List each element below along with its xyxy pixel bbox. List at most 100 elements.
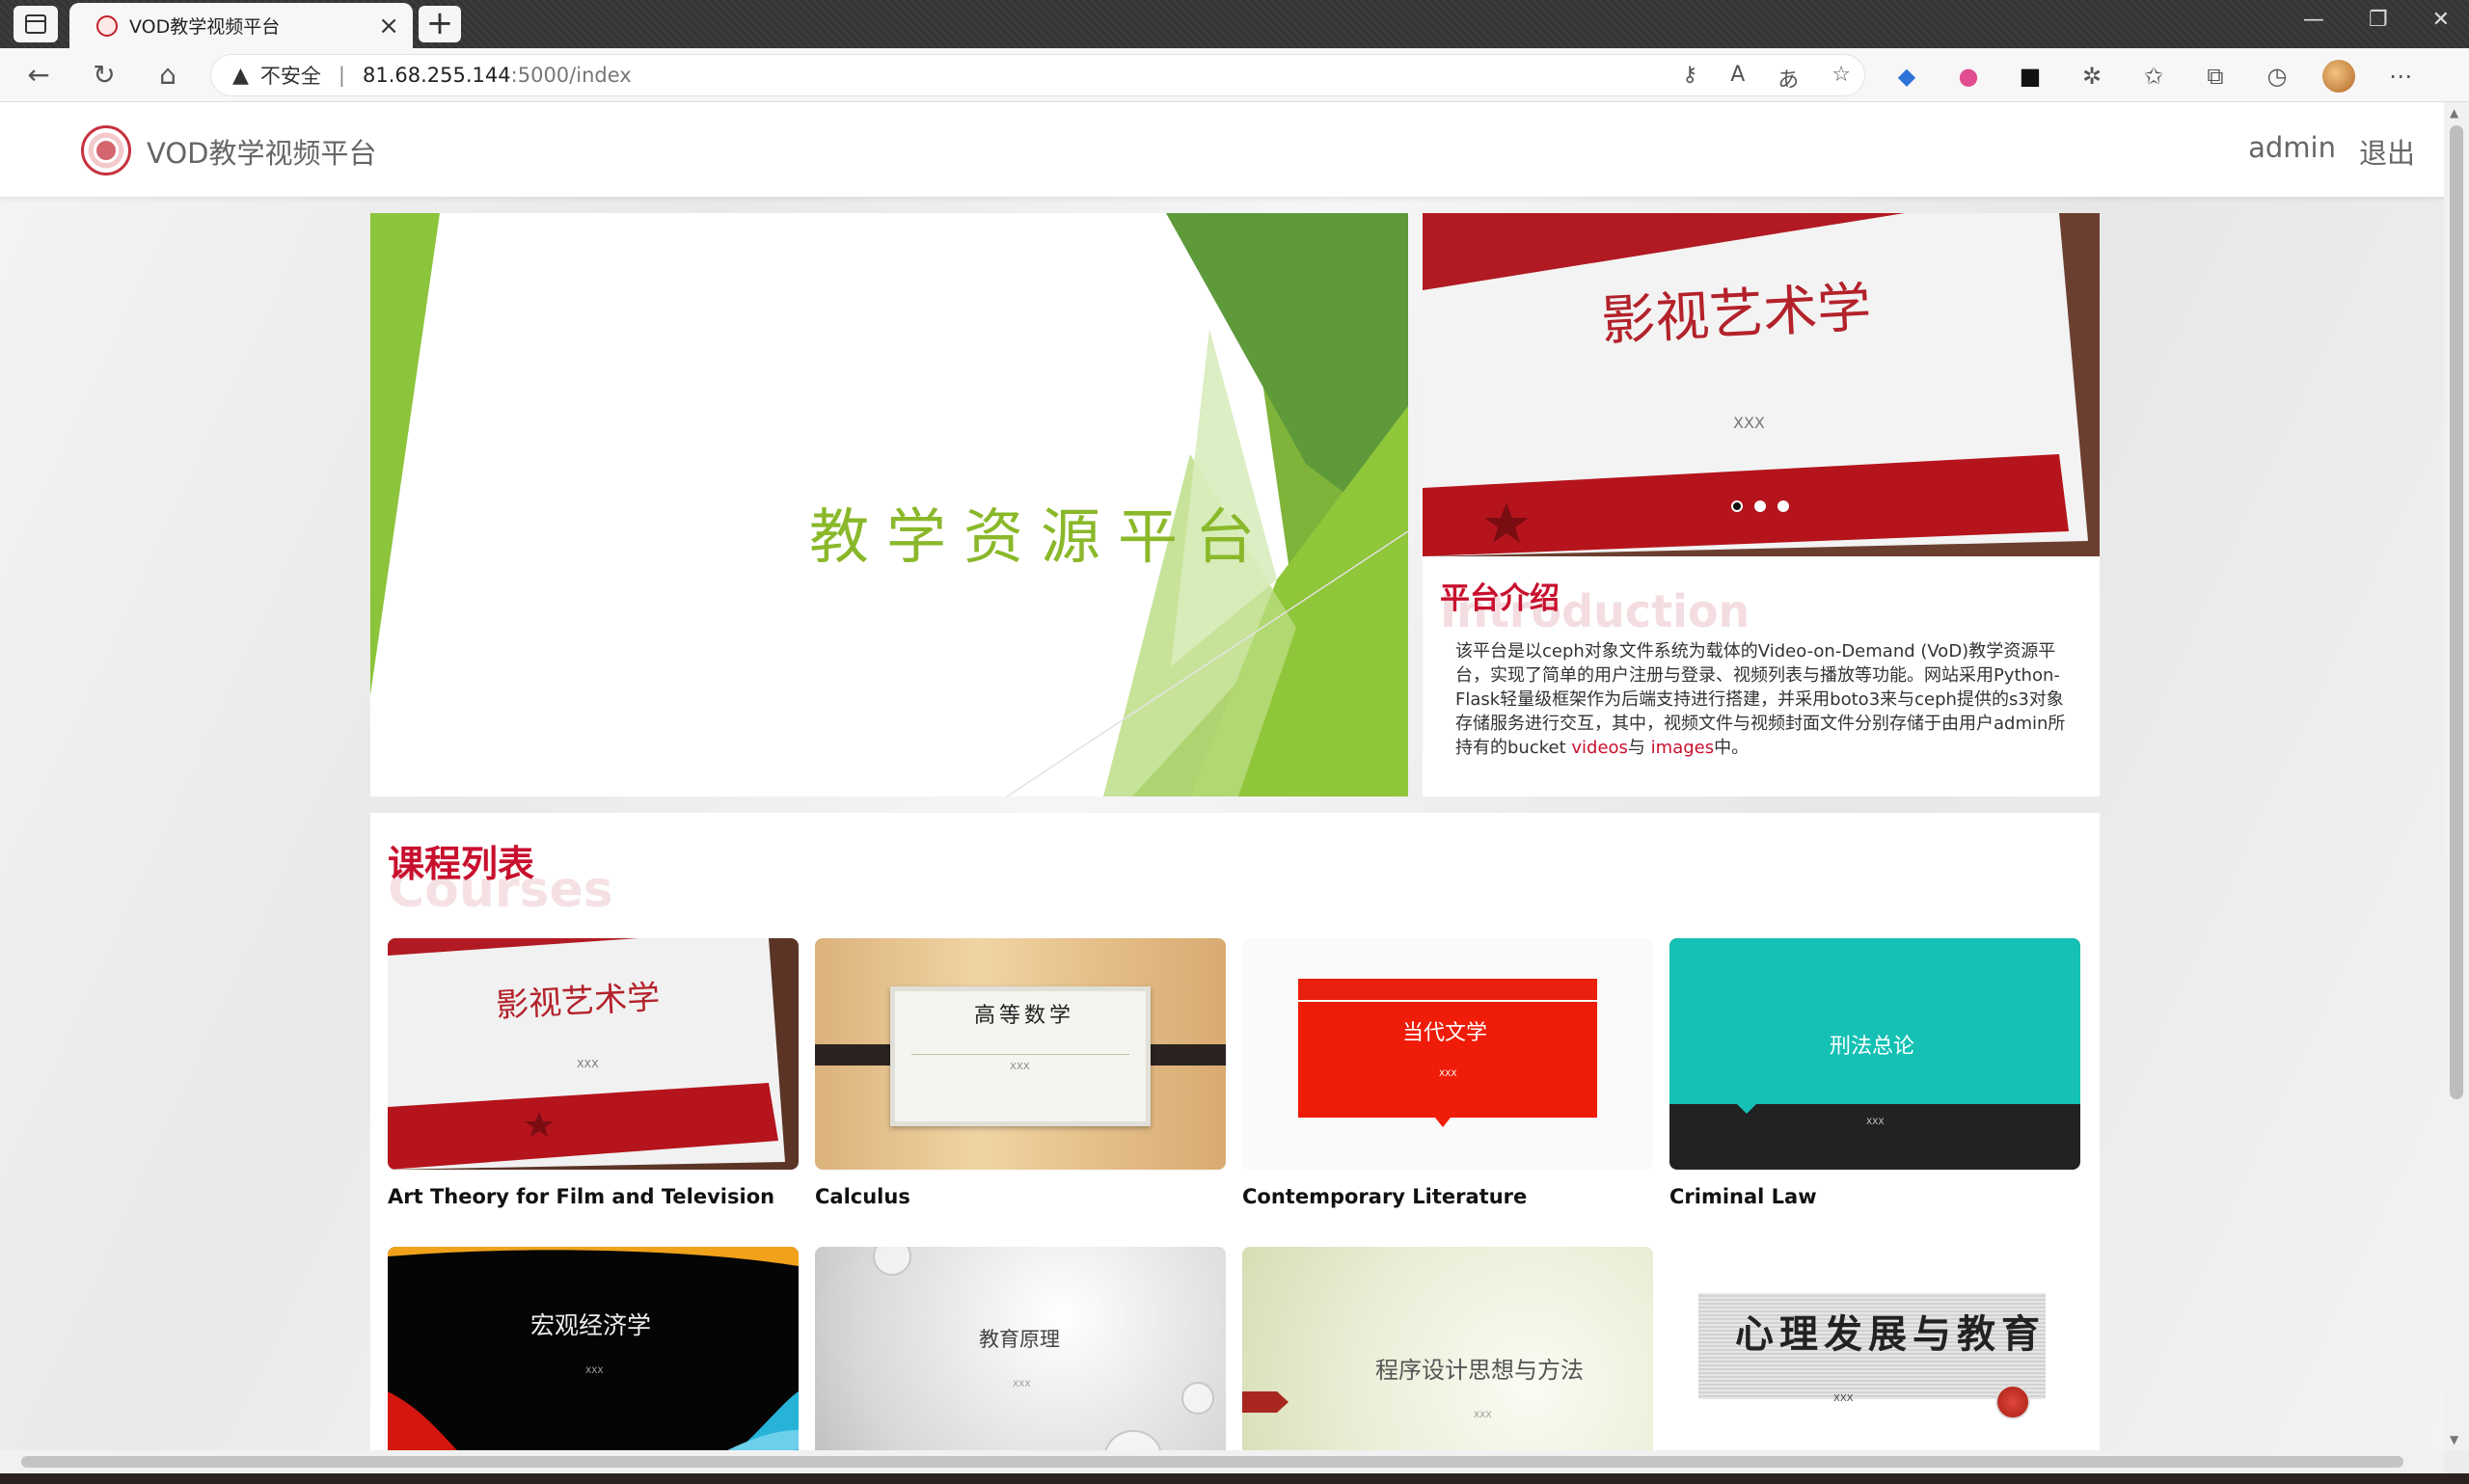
scroll-down-icon[interactable]: ▼ [2450, 1433, 2458, 1446]
course-card[interactable]: 教育原理 XXX [815, 1247, 1226, 1450]
back-icon[interactable]: ← [21, 58, 56, 93]
extension-glasses-icon[interactable]: ■ [2014, 60, 2047, 93]
cover-arrow [1242, 1391, 1289, 1413]
vertical-scrollbar[interactable]: ▲ ▼ [2444, 102, 2469, 1450]
web-page: VOD教学视频平台 admin 退出 教学资源平台 影视艺术学 XXX Intr… [0, 102, 2444, 1450]
url-actions: ⚷ A あ ☆ [1682, 63, 1851, 94]
videos-link[interactable]: videos [1571, 738, 1628, 758]
course-cover[interactable]: 影视艺术学 XXX [388, 938, 799, 1170]
tab-title: VOD教学视频平台 [129, 16, 281, 38]
key-icon[interactable]: ⚷ [1682, 63, 1697, 94]
url-path: :5000/index [510, 64, 632, 87]
minimize-icon[interactable]: — [2303, 8, 2324, 32]
close-window-icon[interactable]: ✕ [2432, 8, 2450, 32]
course-cover[interactable]: 刑法总论 XXX [1669, 938, 2080, 1170]
course-card[interactable]: 影视艺术学 XXX Art Theory for Film and Televi… [388, 938, 799, 1208]
intro-text-after: 中。 [1714, 738, 1750, 758]
course-card[interactable]: 程序设计思想与方法 XXX [1242, 1247, 1653, 1450]
extensions-bar: ◆ ● ■ ✲ ✩ ⧉ ◷ ⋯ [1890, 60, 2417, 93]
cover-pointer [1435, 1118, 1451, 1127]
course-card[interactable]: 宏观经济学 XXX [388, 1247, 799, 1450]
course-cover-title: 教育原理 [979, 1328, 1060, 1351]
seal-icon [1995, 1385, 2030, 1419]
address-bar-row: ← ↻ ⌂ ▲ 不安全 | 81.68.255.144:5000/index ⚷… [0, 48, 2469, 102]
collections-icon[interactable]: ⧉ [2199, 60, 2232, 93]
carousel-dot[interactable] [1731, 500, 1743, 512]
tab-actions-button[interactable] [14, 6, 58, 42]
courses-title: 课程列表 [388, 843, 535, 885]
tab-favicon-icon [96, 14, 118, 37]
course-cover[interactable]: 教育原理 XXX [815, 1247, 1226, 1450]
course-name[interactable]: Criminal Law [1669, 1185, 2080, 1208]
course-cover-title: 高等数学 [974, 1004, 1075, 1028]
course-cover-graphic [388, 938, 799, 1170]
banner-image: 教学资源平台 [370, 213, 1408, 796]
course-card[interactable]: 心理发展与教育 XXX [1669, 1247, 2080, 1450]
horizontal-scrollbar[interactable] [0, 1450, 2444, 1473]
university-logo-icon[interactable] [81, 125, 131, 175]
carousel-dot[interactable] [1777, 500, 1789, 512]
browser-tab[interactable]: VOD教学视频平台 × [69, 3, 413, 48]
cover-line [911, 1054, 1129, 1055]
course-name[interactable]: Calculus [815, 1185, 1226, 1208]
course-cover[interactable]: 当代文学 XXX [1242, 938, 1653, 1170]
course-cover[interactable]: 高等数学 XXX [815, 938, 1226, 1170]
favorite-add-icon[interactable]: ☆ [1831, 63, 1851, 94]
extensions-icon[interactable]: ✲ [2076, 60, 2108, 93]
cover-pointer [1737, 1104, 1756, 1114]
images-link[interactable]: images [1651, 738, 1714, 758]
new-tab-button[interactable]: + [419, 6, 461, 42]
user-link[interactable]: admin [2248, 131, 2336, 164]
course-card[interactable]: 当代文学 XXX Contemporary Literature [1242, 938, 1653, 1208]
url-separator: | [338, 64, 345, 87]
course-card[interactable]: 高等数学 XXX Calculus [815, 938, 1226, 1208]
browser-titlebar: VOD教学视频平台 × + — ❐ ✕ [0, 0, 2469, 48]
intro-description: 该平台是以ceph对象文件系统为载体的Video-on-Demand (VoD)… [1455, 639, 2073, 760]
droplet [1104, 1430, 1162, 1450]
translate-icon[interactable]: あ [1777, 63, 1799, 94]
profile-avatar[interactable] [2322, 60, 2355, 93]
cover-band [1298, 979, 1597, 1000]
refresh-icon[interactable]: ↻ [87, 58, 122, 93]
scroll-thumb[interactable] [21, 1456, 2403, 1468]
scroll-up-icon[interactable]: ▲ [2450, 106, 2458, 120]
site-brand[interactable]: VOD教学视频平台 [147, 131, 377, 172]
course-cover[interactable]: 程序设计思想与方法 XXX [1242, 1247, 1653, 1450]
course-cover-graphic [388, 1247, 799, 1450]
intro-card: Introduction 平台介绍 该平台是以ceph对象文件系统为载体的Vid… [1423, 556, 2100, 796]
course-cover-title: 影视艺术学 [495, 978, 662, 1026]
intro-text-mid: 与 [1627, 738, 1651, 758]
intro-image-subtitle: XXX [1733, 414, 1765, 432]
carousel-dot[interactable] [1754, 500, 1766, 512]
intro-carousel[interactable]: 影视艺术学 XXX [1423, 213, 2100, 556]
history-icon[interactable]: ◷ [2261, 60, 2293, 93]
course-name[interactable]: Art Theory for Film and Television [388, 1185, 799, 1208]
extension-diamond-icon[interactable]: ◆ [1890, 60, 1923, 93]
insecure-label: 不安全 [259, 65, 321, 88]
site-header: VOD教学视频平台 admin 退出 [0, 102, 2444, 197]
favorites-icon[interactable]: ✩ [2137, 60, 2170, 93]
course-list-section: Courses 课程列表 影视艺术学 XXX Art Theory for Fi… [370, 813, 2100, 1450]
home-icon[interactable]: ⌂ [150, 58, 185, 93]
droplet [1181, 1382, 1214, 1415]
course-cover-title: 当代文学 [1402, 1021, 1488, 1045]
course-cover-title: 心理发展与教育 [1735, 1311, 2046, 1357]
course-cover[interactable]: 宏观经济学 XXX [388, 1247, 799, 1450]
carousel-dots [1731, 500, 1789, 512]
scroll-thumb[interactable] [2450, 125, 2463, 1099]
intro-text-before: 该平台是以ceph对象文件系统为载体的Video-on-Demand (VoD)… [1455, 641, 2066, 758]
course-cover-sub: XXX [585, 1366, 604, 1376]
intro-title: 平台介绍 [1440, 581, 1560, 616]
logout-link[interactable]: 退出 [2359, 131, 2415, 172]
maximize-icon[interactable]: ❐ [2369, 8, 2388, 32]
tab-close-icon[interactable]: × [378, 12, 399, 40]
course-name[interactable]: Contemporary Literature [1242, 1185, 1653, 1208]
read-aloud-icon[interactable]: A [1730, 63, 1745, 94]
url-input[interactable]: ▲ 不安全 | 81.68.255.144:5000/index ⚷ A あ ☆ [210, 54, 1865, 96]
extension-color-icon[interactable]: ● [1952, 60, 1985, 93]
course-cover-title: 刑法总论 [1830, 1035, 1915, 1059]
more-menu-icon[interactable]: ⋯ [2384, 60, 2417, 93]
course-cover[interactable]: 心理发展与教育 XXX [1669, 1247, 2080, 1450]
warning-icon: ▲ [232, 63, 249, 88]
course-card[interactable]: 刑法总论 XXX Criminal Law [1669, 938, 2080, 1208]
